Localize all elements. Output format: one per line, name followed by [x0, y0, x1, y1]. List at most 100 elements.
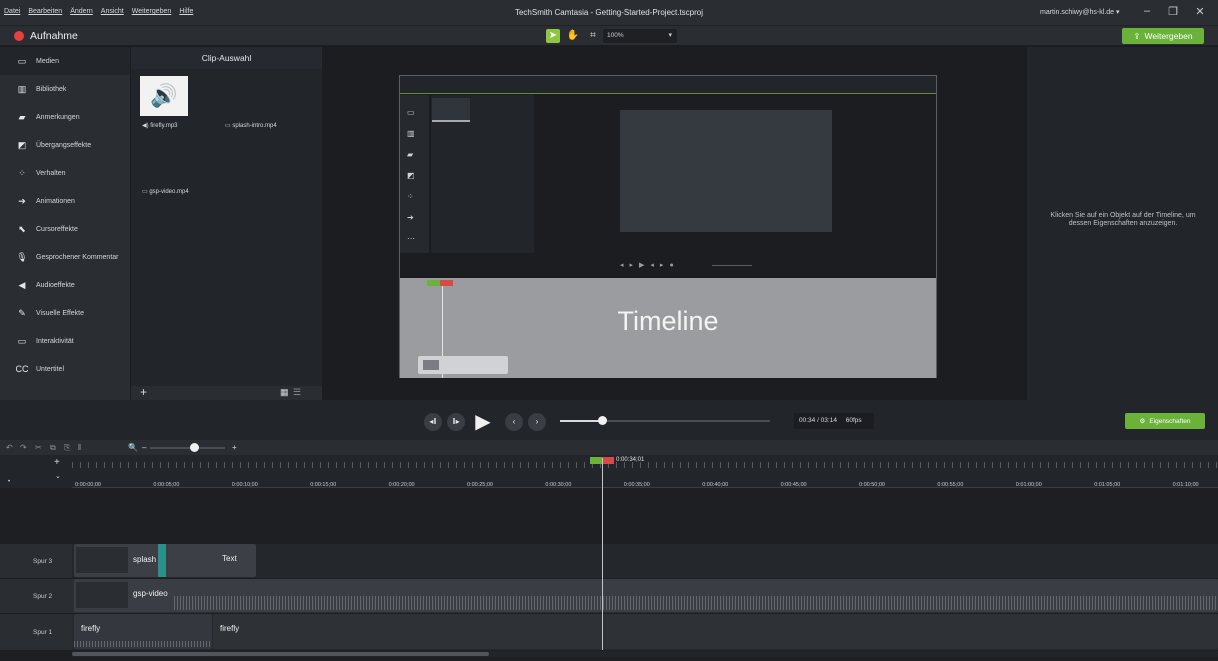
properties-button[interactable]: ⚙ Eigenschaften — [1125, 413, 1205, 429]
behavior-icon: ⁘ — [18, 167, 26, 178]
clip-thumb-splash[interactable] — [222, 76, 278, 116]
speaker-icon[interactable]: 🔊 — [140, 76, 188, 116]
redo-icon[interactable]: ↷ — [20, 443, 27, 452]
minimize-button[interactable]: – — [1140, 5, 1154, 17]
track-label-spur-2[interactable]: Spur 2 — [0, 579, 72, 613]
play-button[interactable]: ▶ — [471, 410, 495, 434]
track-lane-spur-3: splash Text — [72, 544, 1218, 578]
sidebar-item-library[interactable]: ▥ Bibliothek — [0, 75, 130, 103]
sidebar-item-audio[interactable]: ◀ Audioeffekte — [0, 271, 130, 299]
cut-icon[interactable]: ✂ — [35, 443, 42, 452]
sidebar-item-label: Verhalten — [36, 169, 66, 177]
track-options-icon[interactable]: • — [8, 479, 10, 485]
sidebar-item-microphone[interactable]: 🎙 Gesprochener Kommentar — [0, 243, 130, 271]
maximize-button[interactable]: ❐ — [1166, 5, 1180, 18]
add-media-button[interactable]: + — [140, 385, 147, 399]
playhead-line[interactable] — [602, 458, 603, 650]
preview-clip-thumb — [432, 98, 470, 122]
sidebar-item-label: Anmerkungen — [36, 113, 80, 121]
empty-lane — [72, 488, 1218, 543]
fps-value: 60fps — [845, 417, 862, 424]
clip-label: gsp-video — [133, 589, 168, 598]
timeline-clip-firefly-2[interactable]: firefly — [213, 614, 1218, 649]
zoom-in-button[interactable]: + — [232, 443, 237, 452]
clip-bin-header: Clip-Auswahl — [131, 47, 322, 69]
zoom-icon: 🔍 — [128, 443, 138, 452]
sidebar-item-behavior[interactable]: ⁘ Verhalten — [0, 159, 130, 187]
list-view-icon[interactable]: ☰ — [293, 387, 301, 398]
sidebar-item-animation[interactable]: ➔ Animationen — [0, 187, 130, 215]
track-label-spur-1[interactable]: Spur 1 — [0, 614, 72, 650]
sidebar-item-transition[interactable]: ◩ Übergangseffekte — [0, 131, 130, 159]
sidebar-item-interactive[interactable]: ▭ Interaktivität — [0, 327, 130, 355]
properties-label: Eigenschaften — [1149, 417, 1191, 425]
timeline-zoom-slider[interactable] — [150, 447, 225, 449]
chevron-down-icon[interactable]: ⌄ — [55, 472, 61, 480]
next-button[interactable]: › — [528, 413, 546, 431]
step-forward-button[interactable]: ‖▸ — [447, 413, 465, 431]
previous-button[interactable]: ‹ — [505, 413, 523, 431]
sidebar-item-label: Audioeffekte — [36, 281, 75, 289]
share-button[interactable]: ⇪ Weitergeben — [1122, 28, 1204, 44]
zoom-select[interactable]: 100% ▾ — [603, 29, 677, 43]
file-label: splash-intro.mp4 — [232, 123, 277, 129]
transition-marker[interactable] — [158, 544, 166, 577]
timeline-clip-splash[interactable]: splash Text — [74, 544, 256, 577]
media-icon: ▭ — [17, 55, 27, 66]
clip-thumbnail — [76, 547, 128, 573]
paste-icon[interactable]: ⎘ — [64, 443, 70, 453]
cc-icon: CC — [15, 364, 29, 374]
scrollbar-thumb[interactable] — [72, 652, 489, 656]
pointer-icon[interactable]: ➤ — [546, 29, 560, 43]
preview-sidebar: ▭ ▥ ▰ ◩ ⁘ ➔ ⋯ — [400, 95, 429, 253]
crop-icon[interactable]: ⌗ — [586, 29, 600, 43]
timeline-clip-gsp-video[interactable]: gsp-video — [74, 579, 1218, 612]
track-name: Spur 2 — [33, 592, 53, 600]
scrubber-handle[interactable] — [598, 416, 607, 425]
file-gsp-video[interactable]: ▭ gsp-video.mp4 — [142, 188, 189, 195]
preview-scrubber — [712, 265, 752, 266]
file-splash-intro[interactable]: ▭ splash-intro.mp4 — [225, 122, 277, 129]
timeline-clip-firefly-1[interactable]: firefly — [74, 614, 212, 649]
add-track-button[interactable]: + — [54, 457, 60, 468]
track-label-spur-3[interactable]: Spur 3 — [0, 544, 72, 578]
copy-icon[interactable]: ⧉ — [50, 443, 56, 453]
microphone-icon: 🎙 — [16, 251, 28, 262]
playhead-time: 0:00:34;01 — [616, 457, 645, 463]
playback-progress — [560, 420, 602, 422]
record-icon — [14, 31, 24, 41]
track-header-corner: + ⌄ • — [0, 455, 72, 488]
file-label: firefly.mp3 — [150, 123, 178, 129]
ruler-ticks — [72, 462, 1218, 468]
step-back-button[interactable]: ◂‖ — [424, 413, 442, 431]
hand-icon[interactable]: ✋ — [566, 29, 580, 43]
zoom-out-button[interactable]: – — [142, 443, 146, 452]
transition-icon: ◩ — [17, 139, 27, 150]
undo-icon[interactable]: ↶ — [6, 443, 13, 452]
sidebar-item-wand[interactable]: ✎ Visuelle Effekte — [0, 299, 130, 327]
split-icon[interactable]: ⫴ — [78, 443, 81, 453]
preview-playback-controls: ◂▸▶◂▸● — [400, 254, 936, 278]
time-display: 00:34 / 03:14 60fps — [794, 413, 874, 429]
file-firefly-mp3[interactable]: ◀) firefly.mp3 — [142, 122, 178, 129]
sidebar-item-cc[interactable]: CC Untertitel — [0, 355, 130, 383]
sidebar-item-cursor[interactable]: ⬉ Cursoreffekte — [0, 215, 130, 243]
wand-icon: ✎ — [18, 307, 26, 318]
sidebar-item-annotation[interactable]: ▰ Anmerkungen — [0, 103, 130, 131]
share-label: Weitergeben — [1144, 31, 1193, 41]
record-label: Aufnahme — [30, 30, 78, 42]
sidebar-item-label: Übergangseffekte — [36, 141, 92, 149]
preview-toolbar — [400, 76, 936, 94]
time-value: 00:34 / 03:14 — [799, 417, 837, 424]
grid-view-icon[interactable]: ▦ — [280, 387, 289, 398]
zoom-value: 100% — [607, 32, 624, 39]
zoom-slider-handle[interactable] — [190, 443, 199, 452]
user-account-menu[interactable]: martin.schiwy@hs-kl.de ▾ — [1040, 8, 1119, 16]
clip-label: firefly — [220, 624, 240, 633]
track-name: Spur 3 — [33, 557, 53, 565]
timeline-caption: Timeline — [617, 306, 719, 336]
close-button[interactable]: ✕ — [1193, 5, 1207, 18]
clip-thumbnail — [76, 582, 128, 608]
sidebar-item-media[interactable]: ▭ Medien — [0, 47, 130, 75]
record-button[interactable]: Aufnahme — [14, 30, 78, 42]
